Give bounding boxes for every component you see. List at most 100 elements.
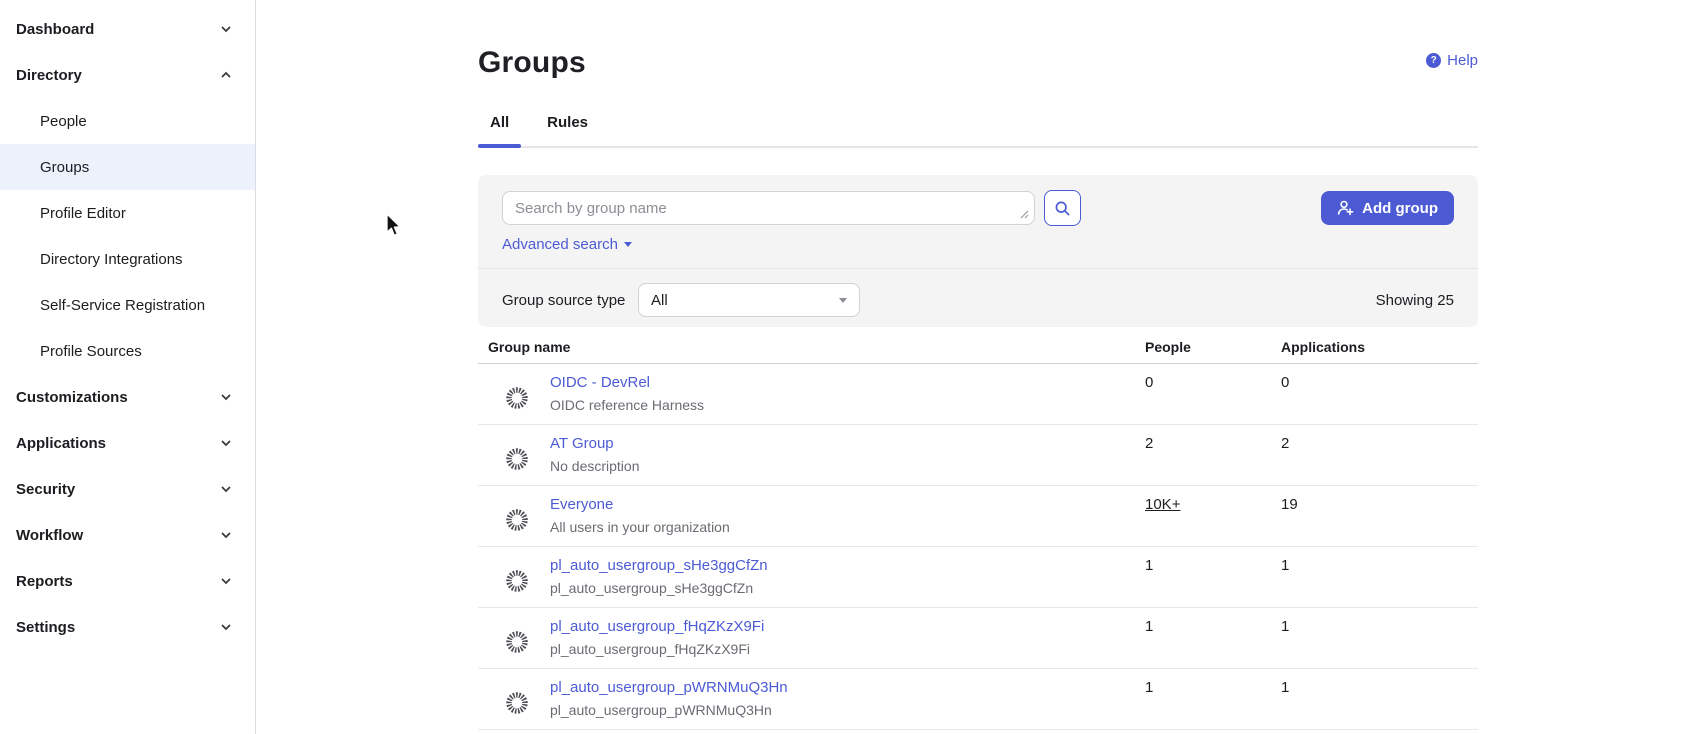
advanced-search-label: Advanced search (502, 236, 618, 253)
column-header-group-name: Group name (478, 339, 1145, 355)
group-name-cell: OIDC - DevRel OIDC reference Harness (478, 364, 1145, 424)
sidebar-item-people[interactable]: People (0, 98, 255, 144)
sidebar-item-profile-editor[interactable]: Profile Editor (0, 190, 255, 236)
sidebar-item-label: Dashboard (16, 21, 219, 38)
advanced-search-link[interactable]: Advanced search (502, 236, 632, 253)
group-avatar-icon (505, 691, 529, 715)
sidebar-item-dashboard[interactable]: Dashboard (0, 6, 255, 52)
sidebar-item-label: Security (16, 481, 219, 498)
source-type-label: Group source type (502, 292, 638, 309)
add-group-button[interactable]: Add group (1321, 191, 1454, 225)
help-link[interactable]: ? Help (1426, 52, 1478, 69)
source-type-select[interactable]: All (638, 283, 860, 317)
sidebar-item-reports[interactable]: Reports (0, 558, 255, 604)
tab-rules[interactable]: Rules (535, 102, 600, 146)
group-description: No description (550, 457, 640, 476)
group-name-wrap: Everyone All users in your organization (550, 486, 730, 546)
tab-label: All (490, 114, 509, 131)
sidebar-item-settings[interactable]: Settings (0, 604, 255, 650)
sidebar-item-label: People (40, 113, 233, 130)
people-count: 0 (1145, 364, 1281, 424)
search-input[interactable] (502, 191, 1035, 225)
column-header-people: People (1145, 339, 1281, 355)
people-count[interactable]: 10K+ (1145, 486, 1281, 546)
sidebar-item-label: Directory Integrations (40, 251, 233, 268)
column-header-applications: Applications (1281, 339, 1478, 355)
tab-all[interactable]: All (478, 102, 521, 146)
help-label: Help (1447, 52, 1478, 69)
table-row: Everyone All users in your organization … (478, 486, 1478, 547)
group-avatar-icon (505, 569, 529, 593)
group-name-link[interactable]: pl_auto_usergroup_pWRNMuQ3Hn (550, 678, 788, 698)
group-name-wrap: pl_auto_usergroup_fHqZKzX9Fi pl_auto_use… (550, 608, 764, 668)
sidebar: Dashboard Directory People Groups Profil… (0, 0, 256, 734)
group-avatar-icon (505, 386, 529, 410)
page-header: Groups ? Help (478, 0, 1478, 80)
search-button[interactable] (1044, 190, 1081, 226)
chevron-down-icon (219, 390, 233, 404)
people-count: 1 (1145, 608, 1281, 668)
people-count: 1 (1145, 669, 1281, 729)
people-count: 1 (1145, 547, 1281, 607)
chevron-down-icon (219, 22, 233, 36)
group-description: All users in your organization (550, 518, 730, 537)
group-name-wrap: pl_auto_usergroup_sHe3ggCfZn pl_auto_use… (550, 547, 768, 607)
sidebar-item-label: Applications (16, 435, 219, 452)
group-name-wrap: OIDC - DevRel OIDC reference Harness (550, 364, 704, 424)
table-row: OIDC - DevRel OIDC reference Harness 0 0 (478, 364, 1478, 425)
sidebar-item-profile-sources[interactable]: Profile Sources (0, 328, 255, 374)
search-icon (1054, 200, 1071, 217)
resize-grip-icon[interactable] (1020, 210, 1029, 219)
page-title: Groups (478, 46, 1478, 80)
sidebar-item-label: Workflow (16, 527, 219, 544)
group-description: pl_auto_usergroup_fHqZKzX9Fi (550, 640, 764, 659)
people-count: 2 (1145, 425, 1281, 485)
table-row: pl_auto_usergroup_sHe3ggCfZn pl_auto_use… (478, 547, 1478, 608)
group-name-wrap: AT Group No description (550, 425, 640, 485)
app-window: Dashboard Directory People Groups Profil… (0, 0, 1687, 734)
group-name-wrap: pl_auto_usergroup_pWRNMuQ3Hn pl_auto_use… (550, 669, 788, 729)
sidebar-item-label: Profile Editor (40, 205, 233, 222)
group-name-link[interactable]: AT Group (550, 434, 640, 454)
sidebar-item-groups[interactable]: Groups (0, 144, 255, 190)
applications-count: 1 (1281, 669, 1478, 729)
sidebar-item-directory-integrations[interactable]: Directory Integrations (0, 236, 255, 282)
applications-count: 1 (1281, 608, 1478, 668)
filter-row: Group source type All Showing 25 (478, 269, 1478, 317)
sidebar-nav: Dashboard Directory People Groups Profil… (0, 0, 255, 650)
group-name-link[interactable]: pl_auto_usergroup_fHqZKzX9Fi (550, 617, 764, 637)
table-row: AT Group No description 2 2 (478, 425, 1478, 486)
sidebar-item-self-service-registration[interactable]: Self-Service Registration (0, 282, 255, 328)
chevron-down-icon (219, 436, 233, 450)
sidebar-item-label: Profile Sources (40, 343, 233, 360)
chevron-down-icon (219, 482, 233, 496)
group-description: pl_auto_usergroup_pWRNMuQ3Hn (550, 701, 788, 720)
group-name-cell: pl_auto_usergroup_sHe3ggCfZn pl_auto_use… (478, 547, 1145, 607)
source-type-value: All (651, 292, 839, 309)
active-tab-underline (478, 144, 521, 148)
sidebar-item-customizations[interactable]: Customizations (0, 374, 255, 420)
filter-card: Add group Advanced search Group source t… (478, 175, 1478, 327)
chevron-up-icon (219, 68, 233, 82)
group-name-link[interactable]: pl_auto_usergroup_sHe3ggCfZn (550, 556, 768, 576)
sidebar-item-label: Groups (40, 159, 233, 176)
group-avatar-icon (505, 508, 529, 532)
group-name-link[interactable]: Everyone (550, 495, 730, 515)
group-name-link[interactable]: OIDC - DevRel (550, 373, 704, 393)
sidebar-item-applications[interactable]: Applications (0, 420, 255, 466)
sidebar-item-label: Customizations (16, 389, 219, 406)
caret-down-icon (624, 242, 632, 247)
sidebar-item-directory[interactable]: Directory (0, 52, 255, 98)
groups-table: Group name People Applications OIDC - De… (478, 339, 1478, 730)
chevron-down-icon (219, 574, 233, 588)
tab-bar: All Rules (478, 102, 1478, 148)
group-description: pl_auto_usergroup_sHe3ggCfZn (550, 579, 768, 598)
chevron-down-icon (219, 528, 233, 542)
sidebar-item-security[interactable]: Security (0, 466, 255, 512)
search-box (502, 191, 1035, 225)
sidebar-item-workflow[interactable]: Workflow (0, 512, 255, 558)
group-name-cell: AT Group No description (478, 425, 1145, 485)
group-name-cell: Everyone All users in your organization (478, 486, 1145, 546)
applications-count: 1 (1281, 547, 1478, 607)
sidebar-item-label: Settings (16, 619, 219, 636)
